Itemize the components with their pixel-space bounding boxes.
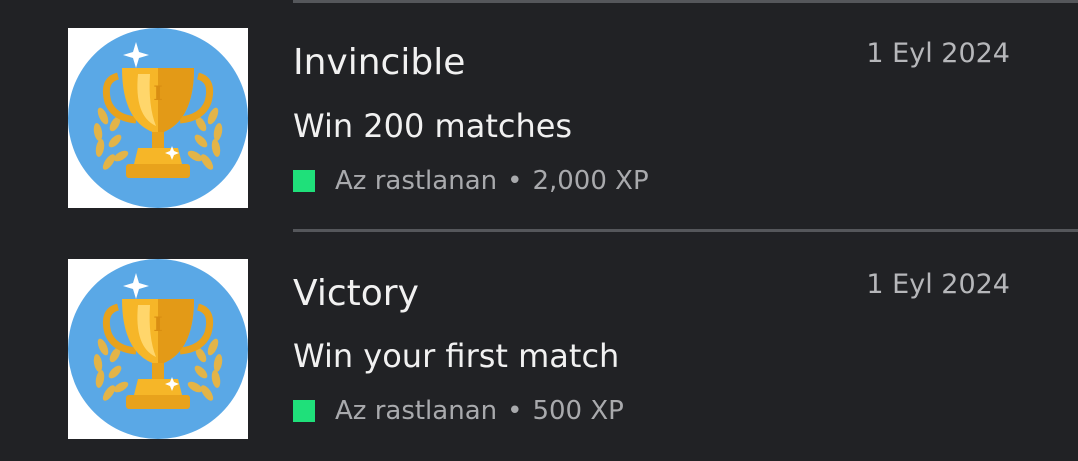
- svg-text:I: I: [153, 312, 162, 336]
- achievement-row[interactable]: I Victory 1 Eyl 2024 Win your first matc…: [0, 231, 1078, 461]
- achievement-title: Invincible: [293, 42, 466, 83]
- xp-value: 2,000 XP: [532, 166, 649, 196]
- achievement-badge: I: [68, 259, 248, 439]
- svg-text:I: I: [153, 81, 162, 105]
- achievement-date: 1 Eyl 2024: [866, 38, 1010, 69]
- trophy-icon: I: [68, 28, 248, 208]
- achievement-row[interactable]: I Invincible 1 Eyl 2024 Win 200 matches …: [0, 0, 1078, 230]
- meta-separator: •: [507, 396, 523, 426]
- achievement-date: 1 Eyl 2024: [866, 269, 1010, 300]
- meta-separator: •: [507, 166, 523, 196]
- achievement-description: Win 200 matches: [293, 107, 573, 145]
- achievement-title: Victory: [293, 273, 419, 314]
- achievement-description: Win your first match: [293, 337, 620, 375]
- rarity-indicator: [293, 170, 315, 192]
- rarity-label: Az rastlanan: [335, 396, 498, 426]
- achievement-meta: Az rastlanan • 2,000 XP: [293, 165, 649, 197]
- rarity-label: Az rastlanan: [335, 166, 498, 196]
- trophy-icon: I: [68, 259, 248, 439]
- xp-value: 500 XP: [532, 396, 624, 426]
- achievement-meta: Az rastlanan • 500 XP: [293, 395, 624, 427]
- achievement-badge: I: [68, 28, 248, 208]
- rarity-indicator: [293, 400, 315, 422]
